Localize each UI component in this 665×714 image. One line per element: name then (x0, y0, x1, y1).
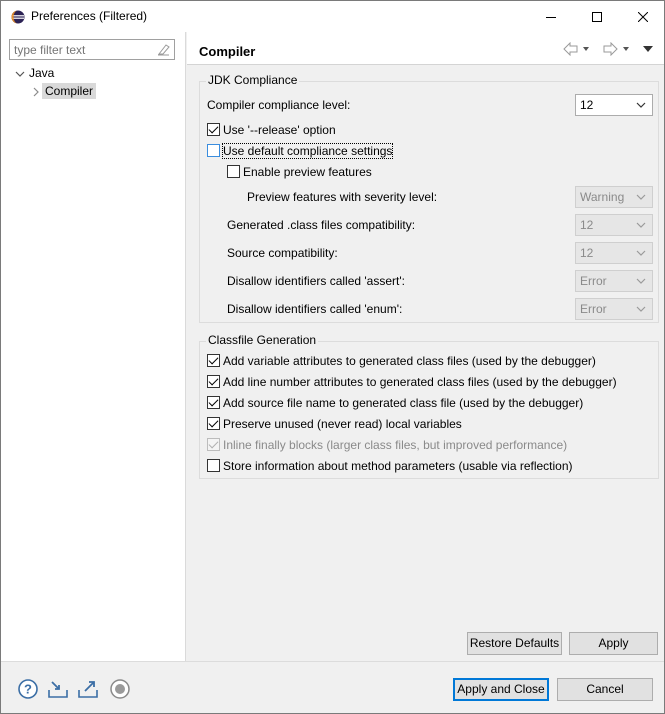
release-option-checkbox[interactable] (207, 123, 220, 136)
export-icon[interactable] (77, 678, 99, 700)
assert-select[interactable]: Error (575, 270, 653, 292)
filter-input[interactable] (10, 40, 150, 59)
compliance-level-value: 12 (580, 98, 594, 112)
preferences-window: Preferences (Filtered) Java Compiler (0, 0, 665, 714)
inline-finally-label: Inline finally blocks (larger class file… (223, 438, 568, 452)
class-compat-select[interactable]: 12 (575, 214, 653, 236)
source-file-name-checkbox[interactable] (207, 396, 220, 409)
source-file-name-label: Add source file name to generated class … (223, 396, 584, 410)
close-icon (638, 11, 648, 22)
collapsed-arrow-icon[interactable] (31, 87, 41, 97)
method-parameters-checkbox[interactable] (207, 459, 220, 472)
history-navigation (563, 42, 653, 56)
chevron-down-icon (636, 102, 646, 108)
expanded-arrow-icon[interactable] (15, 69, 25, 79)
preserve-unused-checkbox[interactable] (207, 417, 220, 430)
title-bar: Preferences (Filtered) (1, 1, 664, 32)
forward-icon[interactable] (603, 42, 618, 56)
compliance-level-select[interactable]: 12 (575, 94, 653, 116)
dialog-button-bar: ? Apply and Close Cancel (1, 661, 664, 713)
line-number-label: Add line number attributes to generated … (223, 375, 617, 389)
assert-value: Error (580, 274, 607, 288)
chevron-down-icon (636, 222, 646, 228)
back-menu-chevron-icon[interactable] (583, 47, 589, 51)
navigation-pane: Java Compiler (1, 32, 186, 661)
source-compat-select[interactable]: 12 (575, 242, 653, 264)
apply-button[interactable]: Apply (569, 632, 658, 655)
page-title: Compiler (199, 44, 256, 59)
variable-attributes-label: Add variable attributes to generated cla… (223, 354, 596, 368)
maximize-icon (592, 11, 602, 22)
preview-severity-value: Warning (580, 190, 625, 204)
window-title: Preferences (Filtered) (31, 9, 148, 23)
import-icon[interactable] (47, 678, 69, 700)
minimize-button[interactable] (528, 1, 574, 32)
cancel-button[interactable]: Cancel (557, 678, 653, 701)
default-compliance-label: Use default compliance settings (221, 143, 394, 159)
enable-preview-checkbox[interactable] (227, 165, 240, 178)
svg-text:?: ? (24, 682, 32, 697)
preference-page: Compiler JDK Compliance Compiler complia… (187, 32, 664, 661)
class-compat-value: 12 (580, 218, 594, 232)
filter-field[interactable] (9, 39, 175, 60)
assert-label: Disallow identifiers called 'assert': (227, 274, 405, 288)
line-number-checkbox[interactable] (207, 375, 220, 388)
source-compat-value: 12 (580, 246, 594, 260)
restore-defaults-button[interactable]: Restore Defaults (467, 632, 562, 655)
minimize-icon (546, 16, 556, 18)
inline-finally-checkbox[interactable] (207, 438, 220, 451)
jdk-compliance-title: JDK Compliance (206, 73, 300, 87)
method-parameters-label: Store information about method parameter… (223, 459, 573, 473)
release-option-label: Use '--release' option (223, 123, 336, 137)
help-icon[interactable]: ? (17, 678, 39, 700)
view-menu-icon[interactable] (643, 46, 653, 52)
back-icon[interactable] (563, 42, 578, 56)
enum-select[interactable]: Error (575, 298, 653, 320)
source-compat-label: Source compatibility: (227, 246, 338, 260)
compliance-level-label: Compiler compliance level: (207, 98, 351, 112)
clear-filter-icon[interactable] (156, 42, 171, 57)
enum-value: Error (580, 302, 607, 316)
maximize-button[interactable] (574, 1, 620, 32)
preview-severity-label: Preview features with severity level: (247, 190, 438, 204)
record-icon[interactable] (109, 678, 131, 700)
enum-label: Disallow identifiers called 'enum': (227, 302, 403, 316)
chevron-down-icon (636, 250, 646, 256)
forward-menu-chevron-icon[interactable] (623, 47, 629, 51)
default-compliance-checkbox[interactable] (207, 144, 220, 157)
close-button[interactable] (620, 1, 665, 32)
tree-item-compiler[interactable]: Compiler (42, 83, 97, 99)
preserve-unused-label: Preserve unused (never read) local varia… (223, 417, 462, 431)
preview-severity-select[interactable]: Warning (575, 186, 653, 208)
class-compat-label: Generated .class files compatibility: (227, 218, 416, 232)
enable-preview-label: Enable preview features (243, 165, 372, 179)
variable-attributes-checkbox[interactable] (207, 354, 220, 367)
tree-item-java[interactable]: Java (29, 66, 54, 80)
page-header: Compiler (187, 32, 664, 65)
eclipse-icon (11, 10, 25, 24)
chevron-down-icon (636, 306, 646, 312)
apply-and-close-button[interactable]: Apply and Close (453, 678, 549, 701)
chevron-down-icon (636, 278, 646, 284)
classfile-generation-title: Classfile Generation (206, 333, 319, 347)
chevron-down-icon (636, 194, 646, 200)
